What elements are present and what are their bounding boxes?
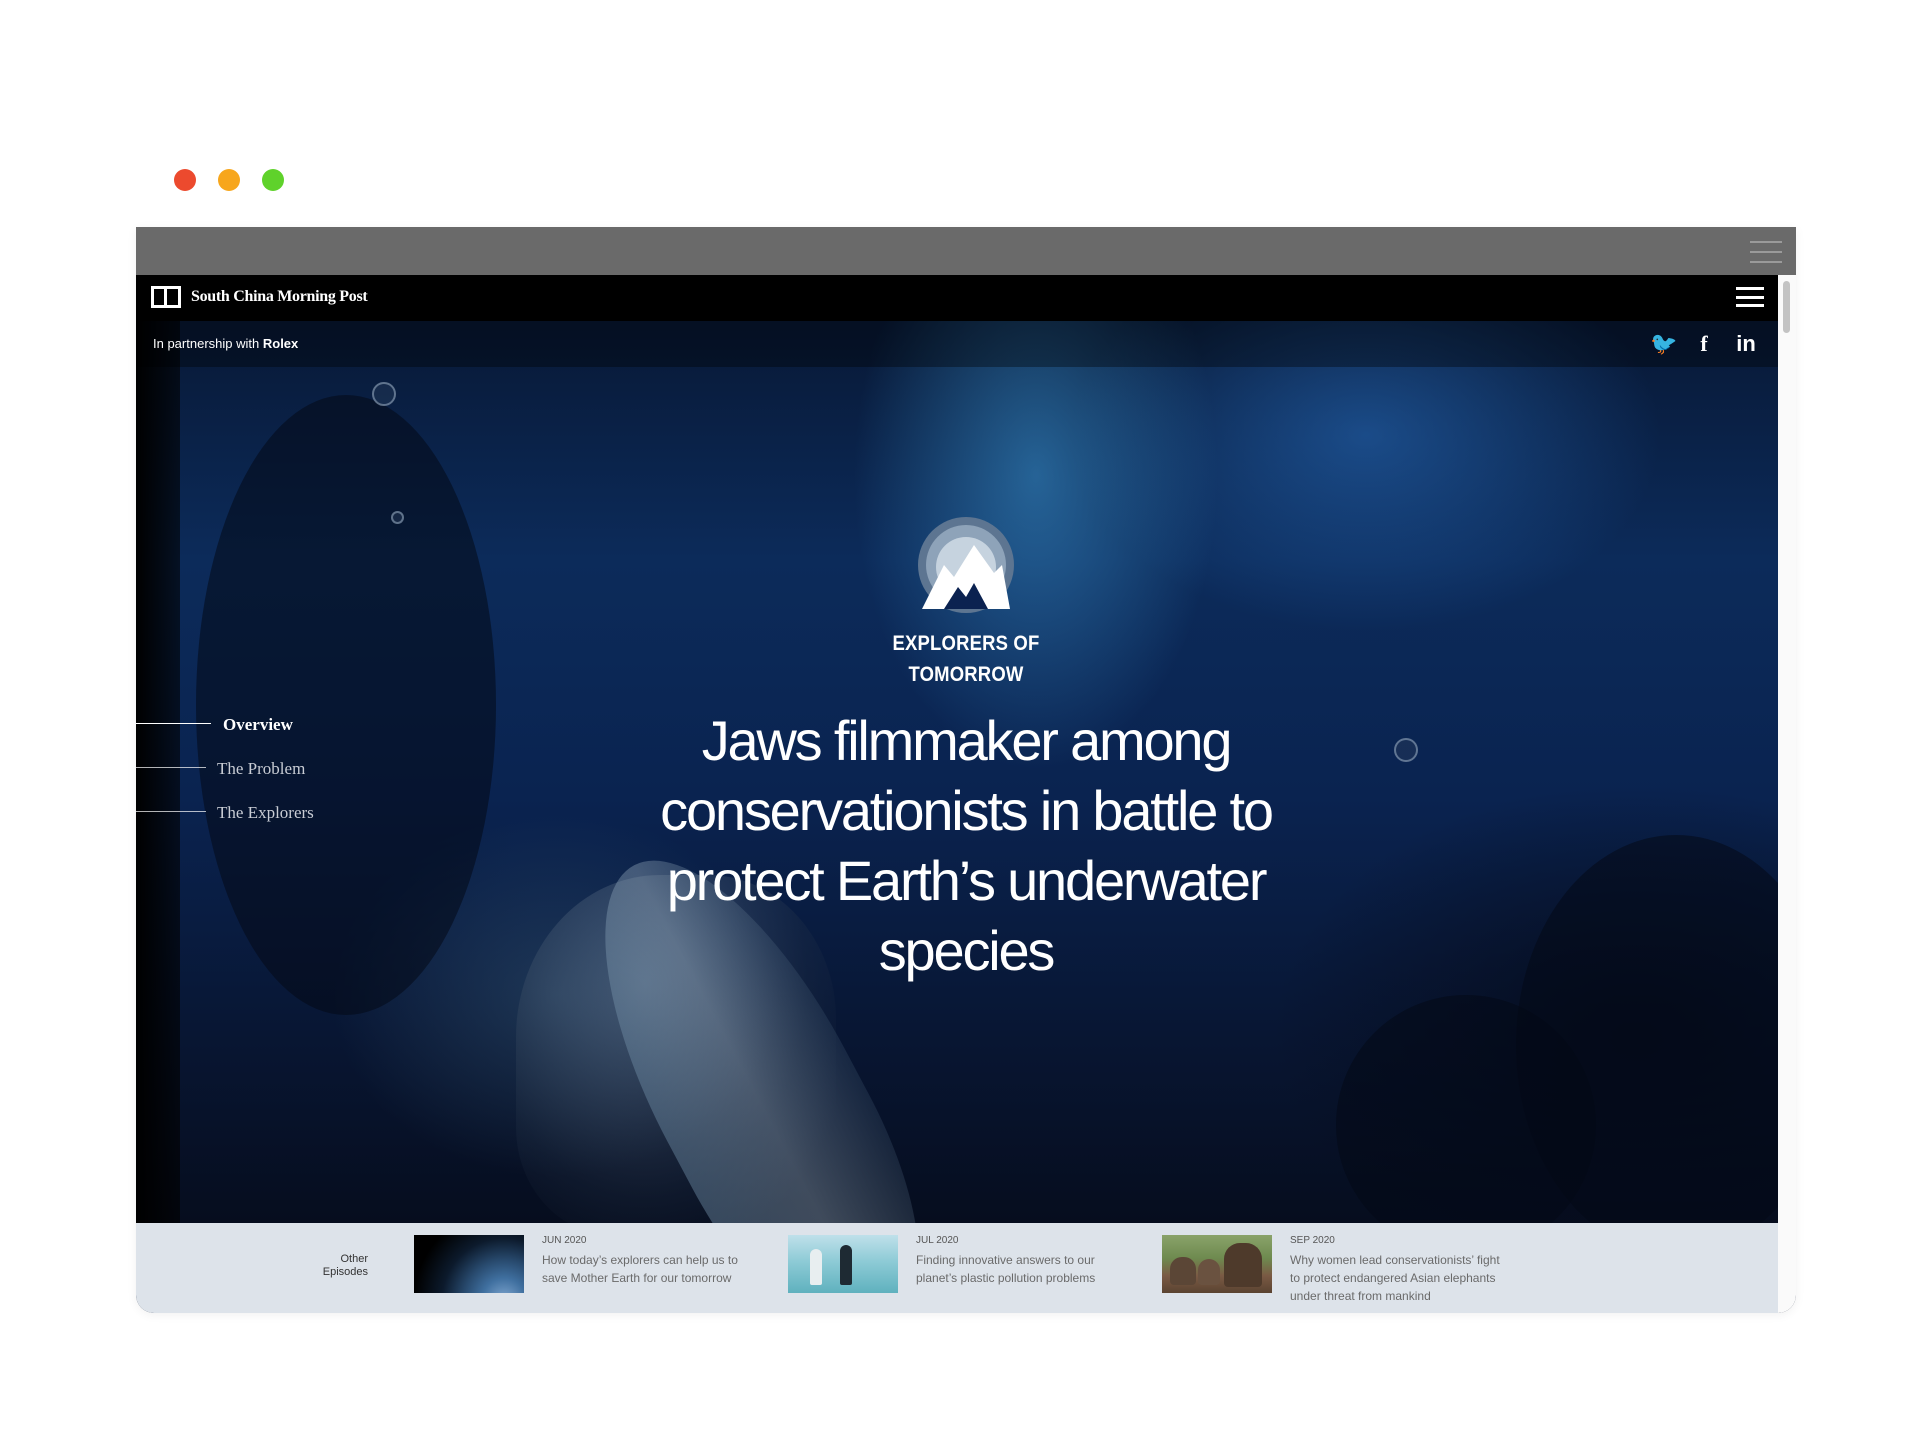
episode-title[interactable]: Why women lead conservationists’ fight t… (1290, 1251, 1505, 1313)
series-title-line: TOMORROW (908, 663, 1024, 686)
partner-prefix: In partnership with (153, 336, 260, 351)
bubble (391, 511, 404, 524)
partner-brand: Rolex (262, 336, 299, 351)
page-headline: Jaws filmmaker among conservationists in… (660, 709, 1274, 982)
episode-date: JUL 2020 (916, 1235, 959, 1246)
hamburger-menu-icon[interactable] (1736, 287, 1764, 307)
minimize-window-button[interactable] (218, 169, 240, 191)
bubble (1394, 738, 1418, 762)
browser-menu-icon[interactable] (1750, 241, 1782, 263)
facebook-icon[interactable]: f (1692, 331, 1716, 357)
episode-title[interactable]: Finding innovative answers to our planet… (916, 1251, 1131, 1287)
nav-label: The Explorers (217, 803, 314, 822)
other-episodes-strip: Other Episodes JUN 2020 How today’s expl… (136, 1223, 1778, 1313)
hero-section: South China Morning Post In partnership … (136, 275, 1778, 1223)
browser-window: South China Morning Post In partnership … (136, 227, 1796, 1313)
explorers-of-tomorrow-emblem-icon (918, 517, 1014, 613)
twitter-icon[interactable]: 🐦 (1650, 331, 1677, 357)
other-episodes-label: Other Episodes (286, 1253, 368, 1279)
nav-label: The Problem (217, 759, 306, 778)
hero-content: EXPLORERS OF TOMORROW Jaws filmmaker amo… (626, 515, 1306, 986)
label-line: Episodes (322, 1266, 368, 1278)
scrollbar-thumb[interactable] (1783, 281, 1790, 333)
page-viewport: South China Morning Post In partnership … (136, 275, 1778, 1313)
nav-label: Overview (223, 715, 293, 734)
episode-date: JUN 2020 (542, 1235, 587, 1246)
scmp-logo-icon[interactable] (151, 286, 181, 308)
partner-bar: In partnership with Rolex 🐦 f in (136, 321, 1778, 367)
social-share-links: 🐦 f in (1650, 331, 1758, 357)
rock-formation (196, 395, 496, 1015)
episode-thumbnail-elephants[interactable] (1162, 1235, 1272, 1293)
left-shadow (136, 275, 180, 1223)
episode-date: SEP 2020 (1290, 1235, 1335, 1246)
bubble (372, 382, 396, 406)
site-header: South China Morning Post (136, 275, 1778, 321)
site-name[interactable]: South China Morning Post (191, 288, 368, 306)
series-title: EXPLORERS OF TOMORROW (667, 628, 1265, 690)
episode-title[interactable]: How today’s explorers can help us to sav… (542, 1251, 757, 1287)
maximize-window-button[interactable] (262, 169, 284, 191)
partner-note: In partnership with Rolex (153, 336, 298, 351)
series-title-line: EXPLORERS OF (892, 632, 1040, 655)
window-controls (174, 169, 284, 191)
page-scrollbar[interactable] (1778, 275, 1796, 1313)
browser-chrome (136, 227, 1796, 275)
linkedin-icon[interactable]: in (1734, 331, 1758, 357)
episode-thumbnail-plastic[interactable] (788, 1235, 898, 1293)
label-line: Other (340, 1253, 368, 1265)
episode-thumbnail-earth[interactable] (414, 1235, 524, 1293)
close-window-button[interactable] (174, 169, 196, 191)
